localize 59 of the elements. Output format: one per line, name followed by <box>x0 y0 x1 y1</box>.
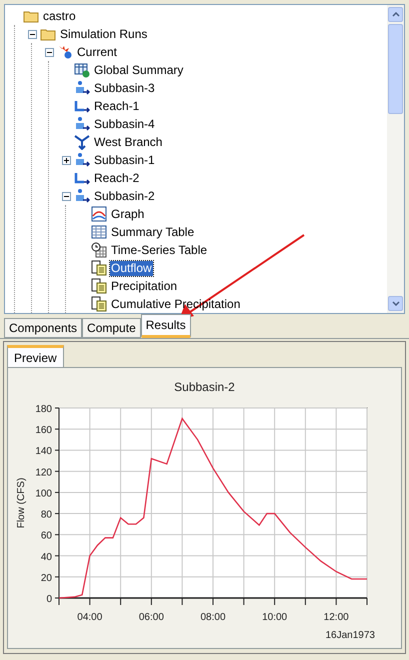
scrollbar[interactable] <box>387 5 404 313</box>
x-axis-label: 16Jan1973 <box>325 630 374 641</box>
y-tick-label: 0 <box>46 594 52 605</box>
clock-table-icon <box>91 242 107 258</box>
tree-item[interactable]: Global Summary <box>93 62 184 78</box>
reach-icon <box>74 98 90 114</box>
table-icon <box>91 224 107 240</box>
subbasin-icon <box>74 188 90 204</box>
y-tick-label: 120 <box>34 467 52 478</box>
scroll-up-icon[interactable] <box>388 7 403 22</box>
x-tick-label: 10:00 <box>262 612 287 623</box>
tree-item[interactable]: West Branch <box>93 134 164 150</box>
x-tick-label: 04:00 <box>76 612 102 623</box>
tree-item[interactable]: castro <box>42 8 77 24</box>
tab[interactable]: Preview <box>7 345 64 367</box>
tree-item[interactable]: Summary Table <box>110 224 196 240</box>
x-tick-label: 08:00 <box>200 612 226 623</box>
y-tick-label: 40 <box>40 552 52 563</box>
subbasin-icon <box>74 152 90 168</box>
summary-icon <box>74 62 90 78</box>
scroll-thumb[interactable] <box>388 24 403 114</box>
y-tick-label: 60 <box>40 530 52 542</box>
tree-item[interactable]: Graph <box>110 206 146 222</box>
x-tick-label: 06:00 <box>138 612 164 623</box>
document-icon <box>91 260 107 276</box>
y-tick-label: 180 <box>34 404 52 415</box>
x-tick-label: 12:00 <box>323 612 348 623</box>
tree-item[interactable]: Reach-2 <box>93 170 140 186</box>
subbasin-icon <box>74 80 90 96</box>
junction-icon <box>74 134 90 150</box>
y-tick-label: 140 <box>34 446 52 458</box>
y-tick-label: 160 <box>34 425 52 436</box>
tab[interactable]: Components <box>4 318 82 338</box>
tree-item[interactable]: Precipitation <box>110 278 178 294</box>
scroll-down-icon[interactable] <box>388 296 403 311</box>
tab[interactable]: Results <box>140 314 191 338</box>
tree-item[interactable]: Subbasin-4 <box>93 116 156 132</box>
tree-item[interactable]: Subbasin-3 <box>93 80 156 96</box>
tree-item[interactable]: Time-Series Table <box>110 242 208 258</box>
minus-box-icon[interactable] <box>62 192 70 200</box>
graph-icon <box>91 206 107 222</box>
minus-box-icon[interactable] <box>28 30 36 38</box>
tree-item[interactable]: Simulation Runs <box>59 26 148 42</box>
y-tick-label: 20 <box>40 572 52 584</box>
document-icon <box>91 278 107 294</box>
y-tick-label: 80 <box>40 510 52 521</box>
tree-item[interactable]: Subbasin-2 <box>93 188 156 204</box>
chart-title: Subbasin-2 <box>174 379 235 396</box>
tree-item[interactable]: Current <box>76 44 118 60</box>
tree-item[interactable]: Reach-1 <box>93 98 140 114</box>
tree-item[interactable]: Outflow <box>110 260 153 276</box>
y-tick-label: 100 <box>34 488 52 500</box>
tree-item[interactable]: Subbasin-1 <box>93 152 156 168</box>
minus-box-icon[interactable] <box>44 48 54 56</box>
y-axis-label: Flow (CFS) <box>16 478 26 528</box>
plus-box-icon[interactable] <box>62 156 70 164</box>
reach-icon <box>74 170 90 186</box>
tab[interactable]: Compute <box>82 318 141 338</box>
subbasin-icon <box>74 116 90 132</box>
